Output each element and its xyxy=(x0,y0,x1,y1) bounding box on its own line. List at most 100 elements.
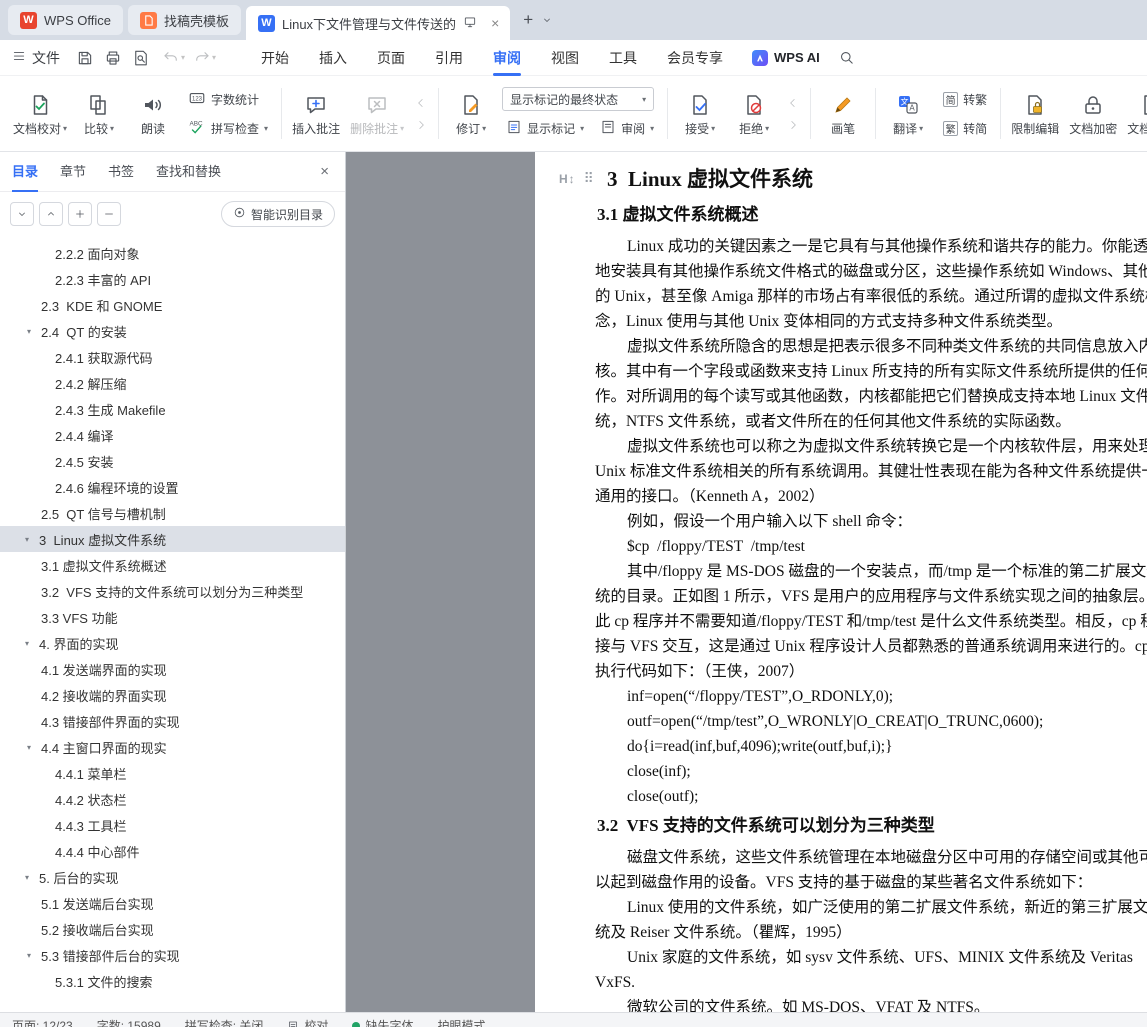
word-count-button[interactable]: 123 字数统计 xyxy=(184,87,272,111)
file-menu[interactable]: 文件 xyxy=(0,40,72,75)
toc-item[interactable]: ▾ 5.3 错接部件后台的实现 xyxy=(0,942,345,968)
tab-page[interactable]: 页面 xyxy=(362,40,420,76)
toc-item[interactable]: 4.4.3 工具栏 xyxy=(0,812,345,838)
print-icon[interactable] xyxy=(100,45,126,71)
reject-change-button[interactable]: 拒绝 ▾ xyxy=(727,80,781,147)
spell-check-indicator[interactable]: 拼写检查: 关闭 xyxy=(185,1017,264,1027)
tab-active-document[interactable]: W Linux下文件管理与文件传送的 × xyxy=(245,6,511,40)
toc-item[interactable]: 4.4.4 中心部件 xyxy=(0,838,345,864)
show-markup-button[interactable]: 显示标记 ▾ xyxy=(502,116,588,140)
markup-state-combobox[interactable]: 显示标记的最终状态 ▾ xyxy=(502,87,655,111)
toc-item[interactable]: ▾ 2.4 QT 的安装 xyxy=(0,318,345,344)
tab-view[interactable]: 视图 xyxy=(536,40,594,76)
tab-insert[interactable]: 插入 xyxy=(304,40,362,76)
previous-comment-button[interactable] xyxy=(409,94,433,112)
toc-expand-icon[interactable]: ▾ xyxy=(27,327,41,336)
translate-button[interactable]: 文A 翻译 ▾ xyxy=(881,80,935,147)
document-page[interactable]: H↕ ⠿ 3 Linux 虚拟文件系统 3.1 虚拟文件系统概述 Linux 成功的… xyxy=(535,152,1147,1012)
tab-wps-office-home[interactable]: W WPS Office xyxy=(8,5,123,35)
proofread-indicator[interactable]: 校对 xyxy=(287,1017,328,1027)
pen-button[interactable]: 画笔 xyxy=(816,80,870,147)
toc-item[interactable]: 2.4.5 安装 xyxy=(0,448,345,474)
insert-comment-button[interactable]: 插入批注 xyxy=(287,80,345,147)
close-icon[interactable]: × xyxy=(488,15,502,31)
toc-item[interactable]: 5.1 发送端后台实现 xyxy=(0,890,345,916)
tab-tools[interactable]: 工具 xyxy=(594,40,652,76)
new-tab-button[interactable]: + xyxy=(515,7,541,33)
expand-all-icon[interactable] xyxy=(68,202,92,226)
toc-item[interactable]: 2.4.6 编程环境的设置 xyxy=(0,474,345,500)
tab-template-document[interactable]: 找稿壳模板 xyxy=(127,5,241,35)
toc-item[interactable]: 2.4.2 解压缩 xyxy=(0,370,345,396)
spell-check-button[interactable]: ABC 拼写检查 ▾ xyxy=(184,116,272,140)
tab-references[interactable]: 引用 xyxy=(420,40,478,76)
sidebar-tab-toc[interactable]: 目录 xyxy=(12,152,39,192)
track-changes-button[interactable]: 修订 ▾ xyxy=(444,80,498,147)
smart-toc-button[interactable]: 智能识别目录 xyxy=(220,201,335,227)
save-icon[interactable] xyxy=(72,45,98,71)
proofread-button[interactable]: 文档校对 ▾ xyxy=(8,80,72,147)
review-panel-button[interactable]: 审阅 ▾ xyxy=(596,116,658,140)
toc-item[interactable]: ▾ 3 Linux 虚拟文件系统 xyxy=(0,526,345,552)
toc-item[interactable]: 2.2.2 面向对象 xyxy=(0,240,345,266)
tab-list-chevron-icon[interactable] xyxy=(541,7,559,33)
next-comment-button[interactable] xyxy=(409,116,433,134)
toc-item[interactable]: 2.4.3 生成 Makefile xyxy=(0,396,345,422)
chevron-down-icon[interactable] xyxy=(10,202,34,226)
toc-item[interactable]: 2.4.4 编译 xyxy=(0,422,345,448)
tab-home[interactable]: 开始 xyxy=(246,40,304,76)
collapse-all-icon[interactable] xyxy=(97,202,121,226)
toc-item[interactable]: 3.3 VFS 功能 xyxy=(0,604,345,630)
toc-expand-icon[interactable]: ▾ xyxy=(27,743,41,752)
accept-change-button[interactable]: 接受 ▾ xyxy=(673,80,727,147)
page-indicator[interactable]: 页面: 12/23 xyxy=(12,1017,73,1027)
toc-expand-icon[interactable]: ▾ xyxy=(27,951,41,960)
toc-item[interactable]: 4.1 发送端界面的实现 xyxy=(0,656,345,682)
toc-item[interactable]: 5.3.1 文件的搜索 xyxy=(0,968,345,994)
restrict-editing-button[interactable]: 限制编辑 xyxy=(1006,80,1064,147)
toc-item[interactable]: 5.2 接收端后台实现 xyxy=(0,916,345,942)
toc-item[interactable]: 4.4.1 菜单栏 xyxy=(0,760,345,786)
sidebar-tab-bookmarks[interactable]: 书签 xyxy=(108,152,134,192)
toc-item[interactable]: 4.4.2 状态栏 xyxy=(0,786,345,812)
drag-handle-icon[interactable]: ⠿ xyxy=(584,170,594,187)
print-preview-icon[interactable] xyxy=(128,45,154,71)
missing-fonts-indicator[interactable]: 缺失字体 xyxy=(352,1017,413,1027)
toc-item[interactable]: 3.2 VFS 支持的文件系统可以划分为三种类型 xyxy=(0,578,345,604)
wps-ai-button[interactable]: WPS AI xyxy=(752,49,820,66)
previous-change-button[interactable] xyxy=(781,94,805,112)
toc-item[interactable]: 2.2.3 丰富的 API xyxy=(0,266,345,292)
traditional-to-simplified-button[interactable]: 繁 转简 xyxy=(939,116,991,140)
document-canvas[interactable]: H↕ ⠿ 3 Linux 虚拟文件系统 3.1 虚拟文件系统概述 Linux 成功的… xyxy=(346,152,1147,1012)
toc-item[interactable]: 4.3 错接部件界面的实现 xyxy=(0,708,345,734)
tab-review[interactable]: 审阅 xyxy=(478,40,536,76)
read-aloud-button[interactable]: 朗读 xyxy=(126,80,180,147)
document-permission-button[interactable]: 文档权限 xyxy=(1122,80,1147,147)
eye-protect-mode[interactable]: 护眼模式 xyxy=(437,1017,485,1027)
undo-button[interactable]: ▾ xyxy=(162,49,185,67)
toc-expand-icon[interactable]: ▾ xyxy=(25,535,39,544)
tab-member[interactable]: 会员专享 xyxy=(652,40,738,76)
toc-item[interactable]: ▾ 5. 后台的实现 xyxy=(0,864,345,890)
toc-item[interactable]: 2.5 QT 信号与槽机制 xyxy=(0,500,345,526)
close-icon[interactable]: × xyxy=(316,161,333,182)
toc-item[interactable]: ▾ 4.4 主窗口界面的现实 xyxy=(0,734,345,760)
delete-comment-button[interactable]: 删除批注 ▾ xyxy=(345,80,409,147)
compare-button[interactable]: 比较 ▾ xyxy=(72,80,126,147)
word-count-indicator[interactable]: 字数: 15989 xyxy=(97,1017,161,1027)
toc-expand-icon[interactable]: ▾ xyxy=(25,873,39,882)
search-icon[interactable] xyxy=(834,45,860,71)
encrypt-document-button[interactable]: 文档加密 xyxy=(1064,80,1122,147)
simplified-to-traditional-button[interactable]: 简 转繁 xyxy=(939,87,991,111)
sidebar-tab-chapters[interactable]: 章节 xyxy=(60,152,86,192)
toc-item[interactable]: 3.1 虚拟文件系统概述 xyxy=(0,552,345,578)
next-change-button[interactable] xyxy=(781,116,805,134)
toc-item[interactable]: ▾ 4. 界面的实现 xyxy=(0,630,345,656)
chevron-up-icon[interactable] xyxy=(39,202,63,226)
toc-expand-icon[interactable]: ▾ xyxy=(25,639,39,648)
redo-button[interactable]: ▾ xyxy=(193,49,216,67)
document-content[interactable]: 3 Linux 虚拟文件系统 3.1 虚拟文件系统概述 Linux 成功的关键因素之… xyxy=(535,152,1147,1012)
toc-item[interactable]: 2.4.1 获取源代码 xyxy=(0,344,345,370)
toc-item[interactable]: 2.3 KDE 和 GNOME xyxy=(0,292,345,318)
toc-item[interactable]: 4.2 接收端的界面实现 xyxy=(0,682,345,708)
